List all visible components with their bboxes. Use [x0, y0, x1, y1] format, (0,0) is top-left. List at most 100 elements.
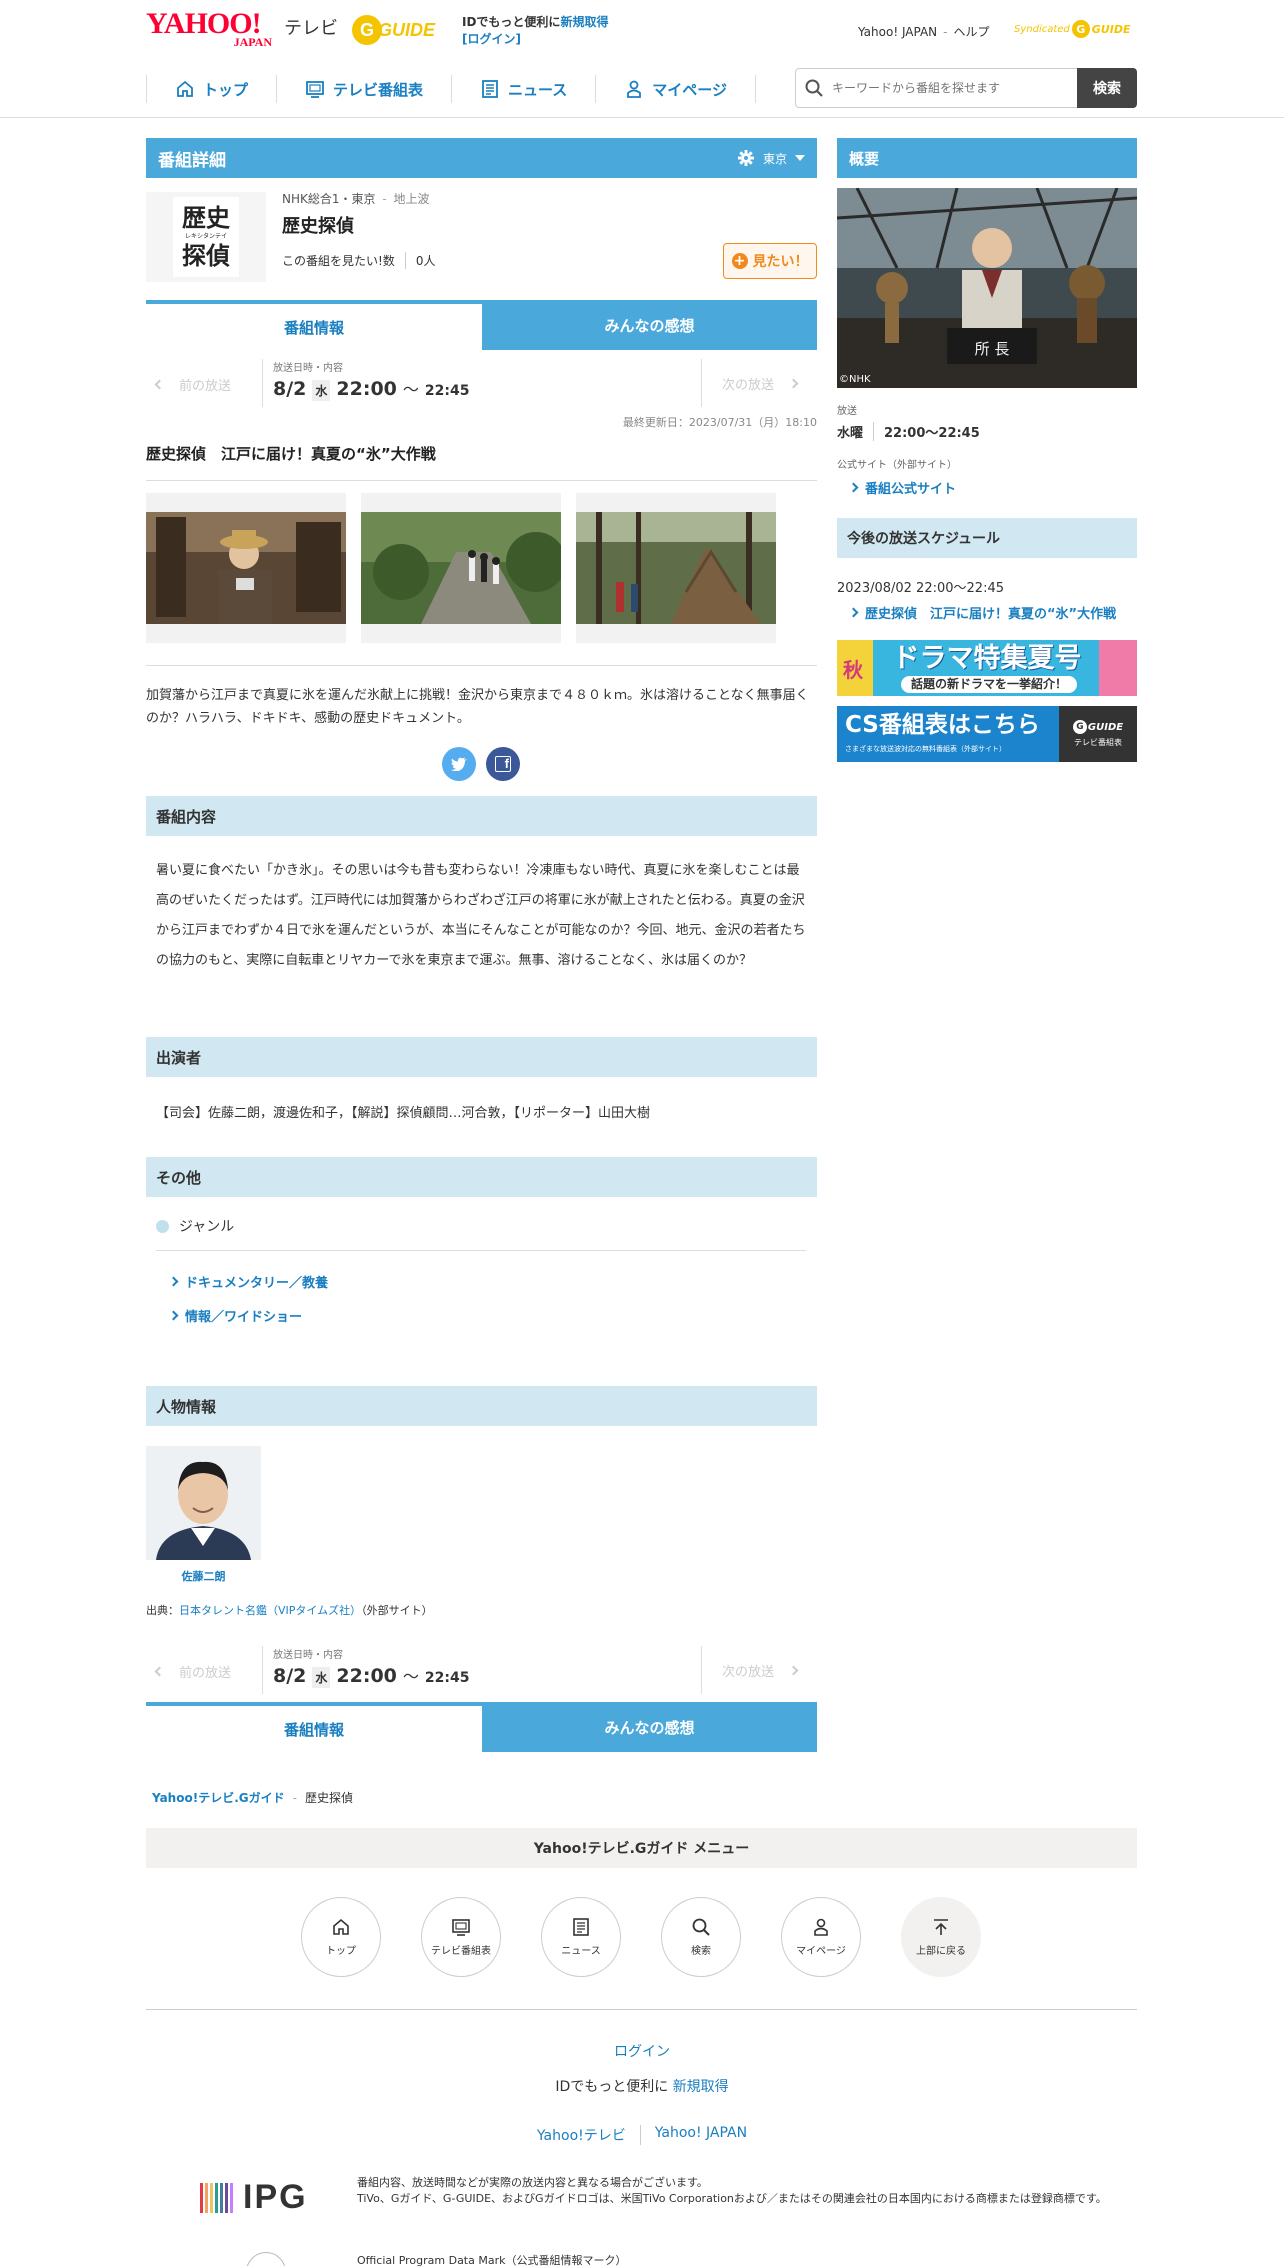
genre-link-documentary[interactable]: ドキュメンタリー／教養: [168, 1272, 328, 1291]
want-count-value: 0人: [415, 254, 436, 268]
episode-images: [146, 493, 817, 643]
footer-signup-link[interactable]: 新規取得: [673, 2079, 729, 2095]
nav-item-tv-guide[interactable]: テレビ番組表: [276, 75, 451, 103]
episode-summary: 加賀藩から江戸まで真夏に氷を運んだ氷献上に挑戦！金沢から東京まで４８０ｋｍ。氷は…: [146, 665, 817, 730]
nav-item-news[interactable]: ニュース: [451, 75, 595, 103]
nav-item-mypage[interactable]: マイページ: [595, 75, 756, 103]
want-count-label: この番組を見たい!数: [282, 252, 406, 269]
footer-menu-search[interactable]: 検索: [661, 1897, 741, 1977]
footer-link-yahoo-tv[interactable]: Yahoo!テレビ: [537, 2125, 641, 2145]
footer-menu-label: 検索: [691, 1946, 711, 1957]
footer-link-yahoo-japan[interactable]: Yahoo! JAPAN: [641, 2125, 747, 2145]
chevron-right-icon: [848, 482, 859, 493]
chevron-right-icon: [168, 1310, 179, 1321]
home-icon: [177, 80, 193, 97]
twitter-share-button[interactable]: [442, 747, 476, 781]
header-promo-text: IDでもっと便利に: [462, 15, 561, 29]
person-card[interactable]: 佐藤二朗: [146, 1446, 261, 1584]
footer-menu-label: 上部に戻る: [916, 1946, 966, 1957]
yahoo-japan-link[interactable]: Yahoo! JAPAN: [858, 25, 937, 39]
footer-menu-label: マイページ: [796, 1946, 846, 1957]
episode-image[interactable]: [361, 493, 561, 643]
next-broadcast-link[interactable]: 次の放送: [701, 359, 817, 407]
broadcast-info-label: 放送日時・内容: [273, 1650, 343, 1661]
tab-program-info[interactable]: 番組情報: [146, 300, 482, 350]
footer-menu-mypage[interactable]: マイページ: [781, 1897, 861, 1977]
prev-broadcast-link[interactable]: 前の放送: [154, 375, 231, 394]
banner-logo: G GUIDE: [1072, 720, 1123, 734]
footer-menu-top[interactable]: トップ: [301, 1897, 381, 1977]
gguide-logo[interactable]: G GUIDE: [352, 14, 444, 46]
episode-image[interactable]: [146, 493, 346, 643]
news-icon: [573, 1918, 589, 1936]
genre-link-label: 情報／ワイドショー: [185, 1310, 303, 1325]
cs-guide-banner[interactable]: CS番組表はこちら さまざまな放送波対応の無料番組表（外部サイト） G GUID…: [837, 706, 1137, 762]
separator-dot: -: [382, 192, 387, 206]
broadcast-tilde: 〜: [402, 1667, 419, 1686]
genre-link-info-wideshow[interactable]: 情報／ワイドショー: [168, 1306, 303, 1325]
program-tabs-bottom: 番組情報 みんなの感想: [146, 1702, 817, 1752]
footer-login-link[interactable]: ログイン: [0, 2041, 1284, 2061]
episode-image-cyclists: [361, 512, 561, 624]
broadcast-schedule: 水曜 22:00〜22:45: [837, 422, 980, 441]
episode-image[interactable]: [576, 493, 776, 643]
want-to-watch-button[interactable]: + 見たい！: [723, 243, 817, 279]
banner-logo-box: G GUIDE テレビ番組表: [1059, 706, 1137, 762]
gear-icon: [737, 150, 754, 166]
footer-menu-back-to-top[interactable]: 上部に戻る: [901, 1897, 981, 1977]
footer-menu-label: トップ: [326, 1946, 356, 1957]
program-summary: 歴史 レキシタンテイ 探偵 NHK総合1・東京 - 地上波 歴史探偵 この番組を…: [146, 190, 817, 282]
footer-menu-news[interactable]: ニュース: [541, 1897, 621, 1977]
banner-sub-text: さまざまな放送波対応の無料番組表（外部サイト）: [845, 745, 1006, 753]
broadcast-date: 8/2: [273, 378, 307, 400]
source-link[interactable]: 日本タレント名鑑（VIPタイムズ社）: [179, 1604, 361, 1617]
broadcast-end: 22:45: [424, 1670, 470, 1686]
source-prefix: 出典：: [146, 1604, 179, 1617]
help-link[interactable]: ヘルプ: [953, 23, 989, 40]
breadcrumb-home[interactable]: Yahoo!テレビ.Gガイド: [152, 1789, 285, 1806]
caret-down-icon: [795, 155, 805, 161]
person-photo: [146, 1446, 261, 1560]
image-credit: ©NHK: [839, 374, 871, 385]
cast-section-header: 出演者: [146, 1037, 817, 1077]
genre-row: ジャンル: [156, 1216, 806, 1251]
next-broadcast-link[interactable]: 次の放送: [701, 1646, 817, 1694]
footer-menu-tv-guide[interactable]: テレビ番組表: [421, 1897, 501, 1977]
facebook-share-button[interactable]: f: [486, 747, 520, 781]
nav-item-top[interactable]: トップ: [146, 75, 276, 103]
schedule-episode-label: 歴史探偵 江戸に届け！真夏の“氷”大作戦: [865, 607, 1117, 622]
syndicated-text: Syndicated: [1014, 23, 1070, 35]
home-icon: [333, 1918, 349, 1935]
broadcast-weekday: 水: [312, 1667, 331, 1688]
chevron-right-icon: [848, 607, 859, 618]
region-selector[interactable]: 東京: [737, 149, 805, 167]
search-field-wrap: [795, 68, 1077, 108]
tv-logo-text[interactable]: テレビ: [284, 14, 338, 40]
episode-image-host: [146, 512, 346, 624]
tab-reviews[interactable]: みんなの感想: [482, 300, 817, 350]
banner-sub-text: 話題の新ドラマを一挙紹介！: [901, 676, 1077, 693]
official-site-label: 番組公式サイト: [865, 482, 957, 497]
program-logo-ruby: レキシタンテイ: [184, 233, 227, 240]
official-label: 公式サイト（外部サイト）: [837, 460, 957, 471]
search-icon: [805, 79, 823, 97]
arrow-up-icon: [934, 1919, 948, 1935]
search-input[interactable]: [832, 81, 1052, 95]
header-signup-link[interactable]: 新規取得: [560, 15, 608, 29]
yahoo-logo[interactable]: YAHOO! JAPAN: [146, 9, 282, 50]
prev-broadcast-label: 前の放送: [179, 1666, 232, 1681]
search-icon: [692, 1918, 710, 1936]
schedule-episode-link[interactable]: 歴史探偵 江戸に届け！真夏の“氷”大作戦: [848, 603, 1117, 622]
header-login-link[interactable]: [ログイン]: [462, 32, 521, 46]
nav-items: トップ テレビ番組表 ニュース マイページ: [146, 75, 756, 103]
search-button[interactable]: 検索: [1077, 68, 1137, 108]
facebook-icon: f: [495, 756, 511, 772]
prev-broadcast-link[interactable]: 前の放送: [154, 1662, 232, 1681]
content-section-header: 番組内容: [146, 796, 817, 836]
tab-reviews[interactable]: みんなの感想: [482, 1702, 817, 1752]
official-site-link[interactable]: 番組公式サイト: [848, 478, 957, 497]
drama-special-banner[interactable]: 秋 ドラマ特集夏号 話題の新ドラマを一挙紹介！: [837, 640, 1137, 696]
tab-program-info[interactable]: 番組情報: [146, 1702, 482, 1752]
search-box: 検索: [795, 68, 1137, 108]
official-mark-seal: [246, 2252, 286, 2266]
